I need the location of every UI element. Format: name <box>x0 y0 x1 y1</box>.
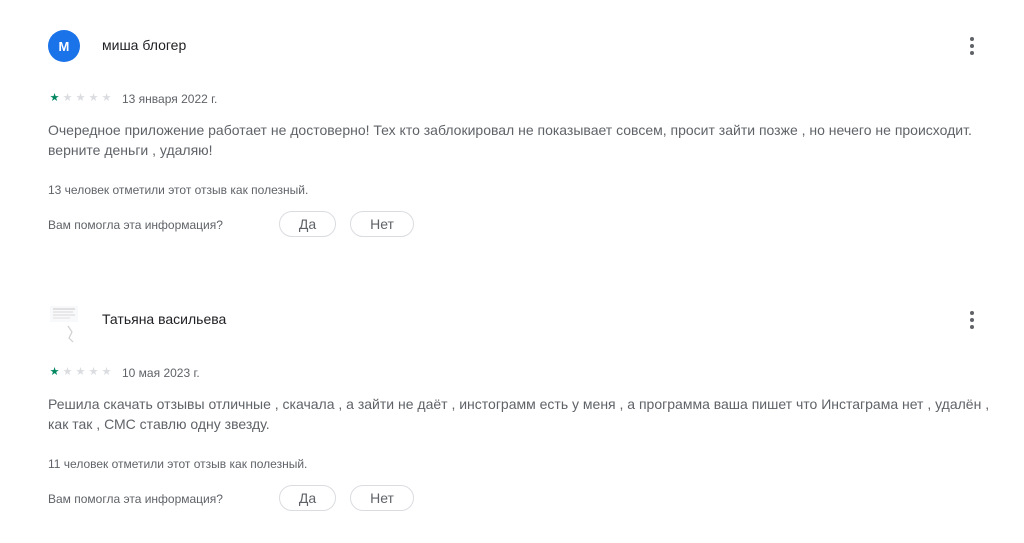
star-filled-icon: ★ <box>49 366 60 378</box>
star-empty-icon: ★ <box>88 92 99 104</box>
star-rating: ★ ★ ★ ★ ★ <box>48 365 113 379</box>
star-empty-icon: ★ <box>101 366 112 378</box>
star-empty-icon: ★ <box>75 366 86 378</box>
star-empty-icon: ★ <box>62 366 73 378</box>
rating-row: ★ ★ ★ ★ ★ 13 января 2022 г. <box>48 91 448 107</box>
review-text: Решила скачать отзывы отличные , скачала… <box>48 396 990 432</box>
more-options-icon[interactable] <box>960 308 984 332</box>
yes-button[interactable]: Да <box>279 211 336 237</box>
rating-row: ★ ★ ★ ★ ★ 10 мая 2023 г. <box>48 365 448 381</box>
star-empty-icon: ★ <box>75 92 86 104</box>
review-date: 13 января 2022 г. <box>122 92 218 106</box>
review-text: Очередное приложение работает не достове… <box>48 122 972 158</box>
no-button[interactable]: Нет <box>350 211 414 237</box>
photo-avatar-icon <box>50 306 78 343</box>
helpful-count: 13 человек отметили этот отзыв как полез… <box>48 183 309 197</box>
review-header: Татьяна васильева <box>48 304 988 343</box>
review-date: 10 мая 2023 г. <box>122 366 200 380</box>
no-button[interactable]: Нет <box>350 485 414 511</box>
helpful-question: Вам помогла эта информация? <box>48 218 223 232</box>
review-header: М миша блогер <box>48 30 988 62</box>
star-empty-icon: ★ <box>101 92 112 104</box>
star-empty-icon: ★ <box>62 92 73 104</box>
yes-button[interactable]: Да <box>279 485 336 511</box>
helpful-count: 11 человек отметили этот отзыв как полез… <box>48 457 308 471</box>
feedback-row: Вам помогла эта информация? Да Нет <box>48 485 448 513</box>
star-rating: ★ ★ ★ ★ ★ <box>48 91 113 105</box>
feedback-row: Вам помогла эта информация? Да Нет <box>48 211 448 239</box>
star-empty-icon: ★ <box>88 366 99 378</box>
author-name: миша блогер <box>102 37 187 53</box>
avatar: М <box>48 30 80 62</box>
star-filled-icon: ★ <box>49 92 60 104</box>
author-name: Татьяна васильева <box>102 311 227 327</box>
more-options-icon[interactable] <box>960 34 984 58</box>
helpful-question: Вам помогла эта информация? <box>48 492 223 506</box>
